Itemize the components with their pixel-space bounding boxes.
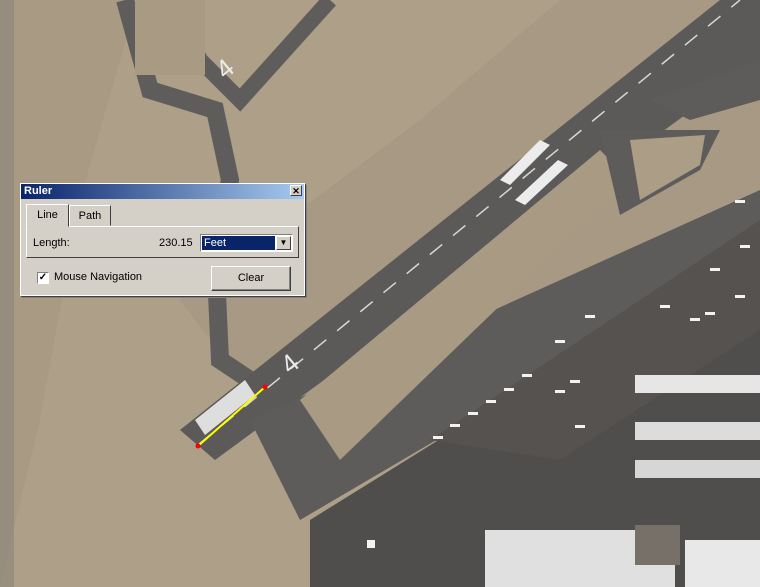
mouse-navigation-label[interactable]: Mouse Navigation xyxy=(54,271,142,283)
mouse-navigation-checkbox[interactable]: ✓ xyxy=(37,272,49,284)
close-icon: ✕ xyxy=(292,186,300,196)
ruler-titlebar[interactable]: Ruler ✕ xyxy=(21,184,304,199)
clear-button-label: Clear xyxy=(237,272,265,284)
clear-button[interactable]: Clear xyxy=(211,266,291,291)
tab-line-label: Line xyxy=(37,209,58,221)
measure-end-point[interactable] xyxy=(262,384,268,390)
close-button[interactable]: ✕ xyxy=(290,185,302,196)
checkmark-icon: ✓ xyxy=(38,272,48,283)
length-value: 230.15 xyxy=(159,237,193,249)
ruler-title: Ruler xyxy=(24,185,53,197)
tab-path-label: Path xyxy=(78,210,102,222)
length-label: Length: xyxy=(33,237,70,249)
tab-line[interactable]: Line xyxy=(26,204,69,227)
ruler-dialog: Ruler ✕ Line Path Length: 230.15 Feet ▼ … xyxy=(20,183,305,296)
tab-path[interactable]: Path xyxy=(69,205,111,226)
units-selected-value: Feet xyxy=(202,236,275,250)
chevron-down-icon[interactable]: ▼ xyxy=(276,236,291,250)
measure-start-point[interactable] xyxy=(195,443,201,449)
units-select[interactable]: Feet ▼ xyxy=(200,234,293,252)
